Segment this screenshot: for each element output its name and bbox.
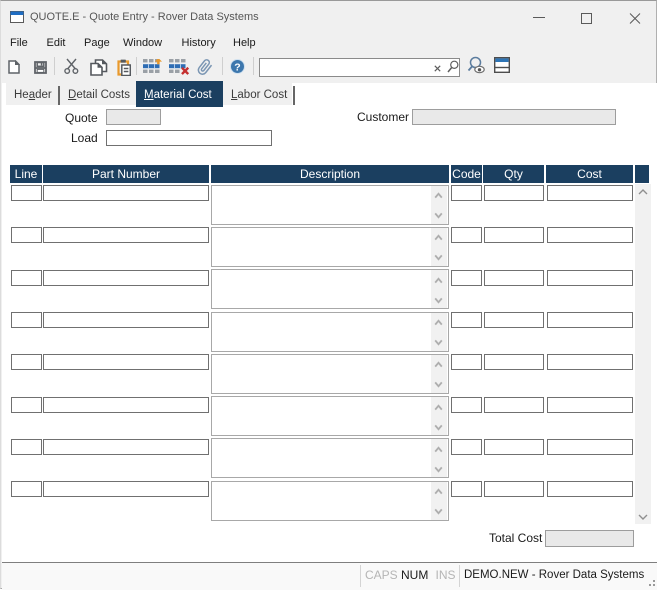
svg-text:?: ? [234, 61, 240, 73]
